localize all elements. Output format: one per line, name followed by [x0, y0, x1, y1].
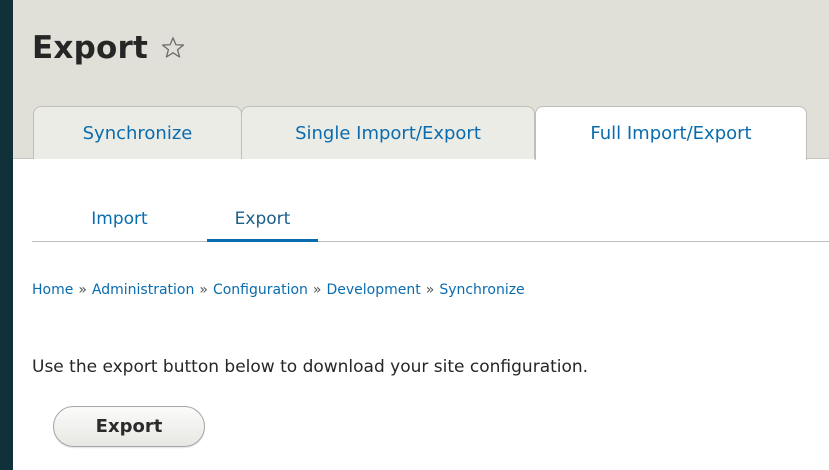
- export-description: Use the export button below to download …: [32, 357, 589, 377]
- title-row: Export: [32, 26, 186, 70]
- primary-tabs: Synchronize Single Import/Export Full Im…: [33, 106, 807, 160]
- breadcrumb-home[interactable]: Home: [32, 282, 73, 298]
- breadcrumb-separator: »: [78, 282, 87, 298]
- page-header: Export Synchronize Single Import/Export …: [13, 0, 829, 160]
- tab-full-import-export[interactable]: Full Import/Export: [535, 106, 807, 160]
- breadcrumb-separator: »: [199, 282, 208, 298]
- tab-synchronize[interactable]: Synchronize: [33, 106, 242, 159]
- breadcrumb-configuration[interactable]: Configuration: [213, 282, 308, 298]
- star-outline-icon[interactable]: [160, 35, 186, 61]
- subtab-import[interactable]: Import: [32, 196, 207, 241]
- breadcrumb-separator: »: [312, 282, 322, 298]
- breadcrumb-synchronize[interactable]: Synchronize: [439, 282, 524, 298]
- page-title: Export: [32, 30, 148, 66]
- breadcrumb-separator: »: [425, 282, 435, 298]
- tab-single-import-export[interactable]: Single Import/Export: [241, 106, 535, 159]
- breadcrumb: Home» Administration» Configuration» Develo…: [32, 282, 525, 298]
- breadcrumb-development[interactable]: Development: [326, 282, 420, 298]
- subtab-export[interactable]: Export: [207, 196, 318, 242]
- export-button[interactable]: Export: [53, 406, 205, 447]
- secondary-tabs: Import Export: [32, 196, 829, 242]
- breadcrumb-administration[interactable]: Administration: [92, 282, 194, 298]
- page: Export Synchronize Single Import/Export …: [13, 0, 829, 470]
